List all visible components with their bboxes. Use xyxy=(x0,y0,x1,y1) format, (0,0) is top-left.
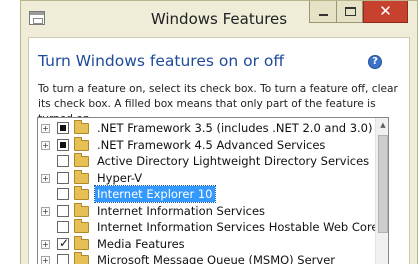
feature-label[interactable]: Internet Information Services Hostable W… xyxy=(95,219,381,235)
folder-icon xyxy=(74,186,89,200)
scroll-up-icon[interactable]: ▲ xyxy=(376,118,388,132)
feature-checkbox[interactable] xyxy=(57,221,69,233)
close-button[interactable]: ✕ xyxy=(363,1,408,23)
feature-checkbox[interactable] xyxy=(57,122,69,134)
feature-row[interactable]: + ✓ Media Features xyxy=(38,235,374,252)
windows-features-window: Windows Features ✕ Turn Windows features… xyxy=(20,0,418,264)
folder-icon xyxy=(74,252,89,264)
feature-checkbox[interactable]: ✓ xyxy=(57,235,70,250)
maximize-button[interactable] xyxy=(336,1,363,23)
feature-row[interactable]: + Internet Information Services xyxy=(38,202,374,219)
folder-icon xyxy=(74,202,89,217)
minimize-icon xyxy=(319,14,328,16)
scroll-thumb[interactable] xyxy=(378,135,388,233)
feature-row[interactable]: Internet Explorer 10 xyxy=(38,185,374,203)
feature-checkbox[interactable] xyxy=(57,188,69,200)
feature-label[interactable]: Hyper-V xyxy=(95,170,144,186)
feature-row[interactable]: + Hyper-V xyxy=(38,169,374,186)
feature-checkbox[interactable] xyxy=(57,155,69,167)
expand-icon[interactable]: + xyxy=(41,256,50,264)
vertical-scrollbar[interactable]: ▲ xyxy=(375,118,388,264)
feature-label[interactable]: Media Features xyxy=(95,236,187,252)
page-heading: Turn Windows features on or off xyxy=(38,52,285,70)
feature-label[interactable]: Internet Information Services xyxy=(95,203,267,219)
feature-row[interactable]: + .NET Framework 3.5 (includes .NET 2.0 a… xyxy=(38,120,374,136)
folder-icon xyxy=(74,136,89,151)
feature-checkbox[interactable] xyxy=(57,138,69,151)
help-icon[interactable]: ? xyxy=(368,55,382,69)
feature-row[interactable]: Active Directory Lightweight Directory S… xyxy=(38,153,374,169)
expand-icon[interactable]: + xyxy=(41,239,50,249)
title-bar[interactable]: Windows Features ✕ xyxy=(21,1,417,37)
maximize-icon xyxy=(345,7,356,16)
feature-row[interactable]: Internet Information Services Hostable W… xyxy=(38,219,379,235)
feature-row[interactable]: + Microsoft Message Queue (MSMQ) Server xyxy=(38,252,374,264)
folder-icon xyxy=(74,120,89,134)
feature-label[interactable]: .NET Framework 4.5 Advanced Services xyxy=(95,137,327,153)
feature-checkbox[interactable] xyxy=(57,171,69,184)
expand-icon[interactable]: + xyxy=(41,206,50,216)
folder-icon xyxy=(74,169,89,184)
folder-icon xyxy=(74,235,89,250)
expand-icon[interactable]: + xyxy=(41,173,50,183)
feature-label[interactable]: Internet Explorer 10 xyxy=(94,185,216,203)
feature-label[interactable]: Microsoft Message Queue (MSMQ) Server xyxy=(95,252,337,264)
feature-label[interactable]: Active Directory Lightweight Directory S… xyxy=(95,153,371,169)
feature-checkbox[interactable] xyxy=(57,204,69,217)
expand-icon[interactable]: + xyxy=(41,124,50,133)
feature-row[interactable]: + .NET Framework 4.5 Advanced Services xyxy=(38,136,374,153)
feature-checkbox[interactable] xyxy=(57,254,69,264)
feature-label[interactable]: .NET Framework 3.5 (includes .NET 2.0 an… xyxy=(95,120,374,136)
expand-icon[interactable]: + xyxy=(41,140,50,150)
checkmark-icon: ✓ xyxy=(59,235,70,250)
minimize-button[interactable] xyxy=(309,1,336,23)
features-tree[interactable]: + .NET Framework 3.5 (includes .NET 2.0 a… xyxy=(37,117,389,264)
folder-icon xyxy=(74,219,89,233)
close-icon: ✕ xyxy=(379,2,392,20)
folder-icon xyxy=(74,153,89,167)
dialog-body: Turn Windows features on or off ? To tur… xyxy=(28,37,410,264)
